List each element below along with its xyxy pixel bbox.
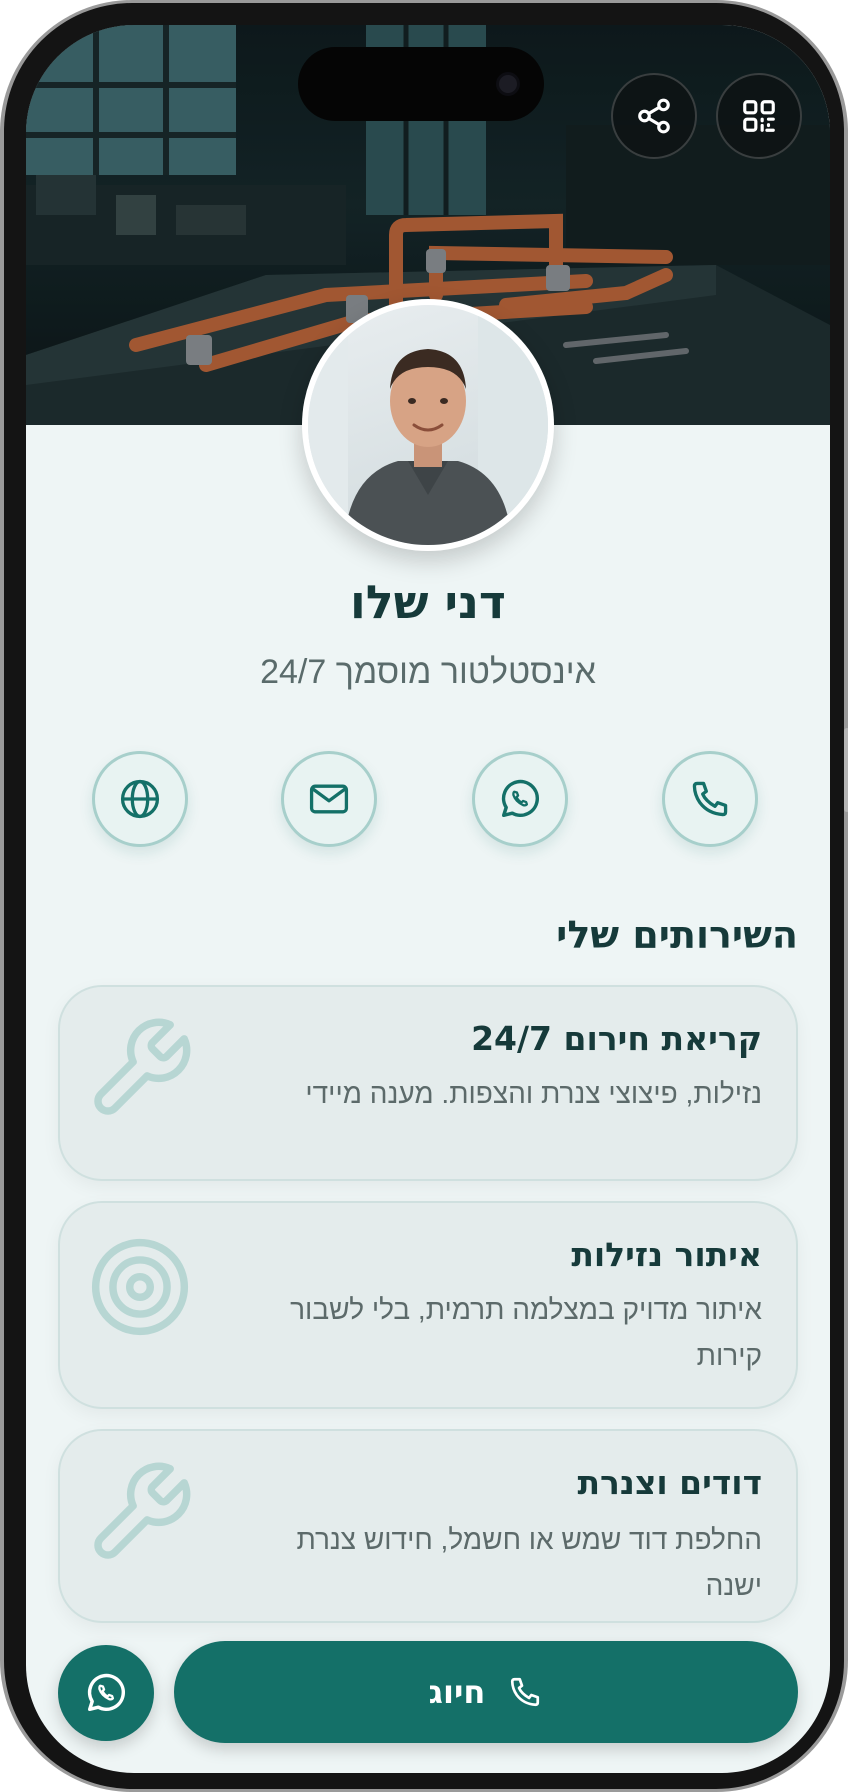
target-icon: [91, 1238, 189, 1336]
services-heading: השירותים שלי: [556, 913, 798, 957]
share-icon: [638, 98, 670, 134]
qr-code-button[interactable]: [716, 73, 802, 159]
wrench-icon: [94, 1462, 191, 1559]
profile-title: אינסטלטור מוסמך 24/7: [260, 653, 596, 691]
floating-whatsapp-button[interactable]: [58, 1645, 154, 1741]
phone-button[interactable]: [662, 751, 758, 847]
service-title: דודים וצנרת: [577, 1463, 762, 1502]
globe-icon: [120, 779, 160, 819]
call-button[interactable]: חיוג: [174, 1641, 798, 1743]
whatsapp-button[interactable]: [472, 751, 568, 847]
qr-code-icon: [743, 100, 775, 132]
phone-frame: דני שלו אינסטלטור מוסמך 24/7 השירותים של…: [0, 0, 848, 1792]
front-camera: [496, 72, 520, 96]
whatsapp-icon: [501, 779, 539, 818]
wrench-icon: [94, 1018, 191, 1115]
profile-photo: [302, 299, 554, 551]
dynamic-island: [298, 47, 544, 121]
email-button[interactable]: [281, 751, 377, 847]
service-title: איתור נזילות: [571, 1235, 762, 1274]
service-card-emergency[interactable]: קריאת חירום 24/7 נזילות, פיצוצי צנרת והצ…: [58, 985, 798, 1181]
service-card-boilers-pipes[interactable]: דודים וצנרת החלפת דוד שמש או חשמל, חידוש…: [58, 1429, 798, 1623]
service-description: איתור מדויק במצלמה תרמית, בלי לשבור קירו…: [290, 1294, 762, 1371]
whatsapp-icon: [87, 1673, 125, 1712]
website-button[interactable]: [92, 751, 188, 847]
side-button: [844, 728, 848, 812]
mail-icon: [309, 784, 349, 814]
avatar: [308, 305, 548, 545]
phone-bezel: דני שלו אינסטלטור מוסמך 24/7 השירותים של…: [4, 3, 844, 1789]
screen: דני שלו אינסטלטור מוסמך 24/7 השירותים של…: [26, 25, 830, 1773]
profile-name: דני שלו: [350, 575, 506, 629]
phone-icon: [511, 1677, 540, 1707]
service-card-leak-detection[interactable]: איתור נזילות איתור מדויק במצלמה תרמית, ב…: [58, 1201, 798, 1409]
phone-icon: [692, 781, 728, 817]
service-description: החלפת דוד שמש או חשמל, חידוש צנרת ישנה: [296, 1524, 762, 1601]
service-description: נזילות, פיצוצי צנרת והצפות. מענה מיידי: [305, 1078, 762, 1109]
share-button[interactable]: [611, 73, 697, 159]
call-button-label: חיוג: [428, 1673, 486, 1711]
service-title: קריאת חירום 24/7: [471, 1019, 762, 1058]
